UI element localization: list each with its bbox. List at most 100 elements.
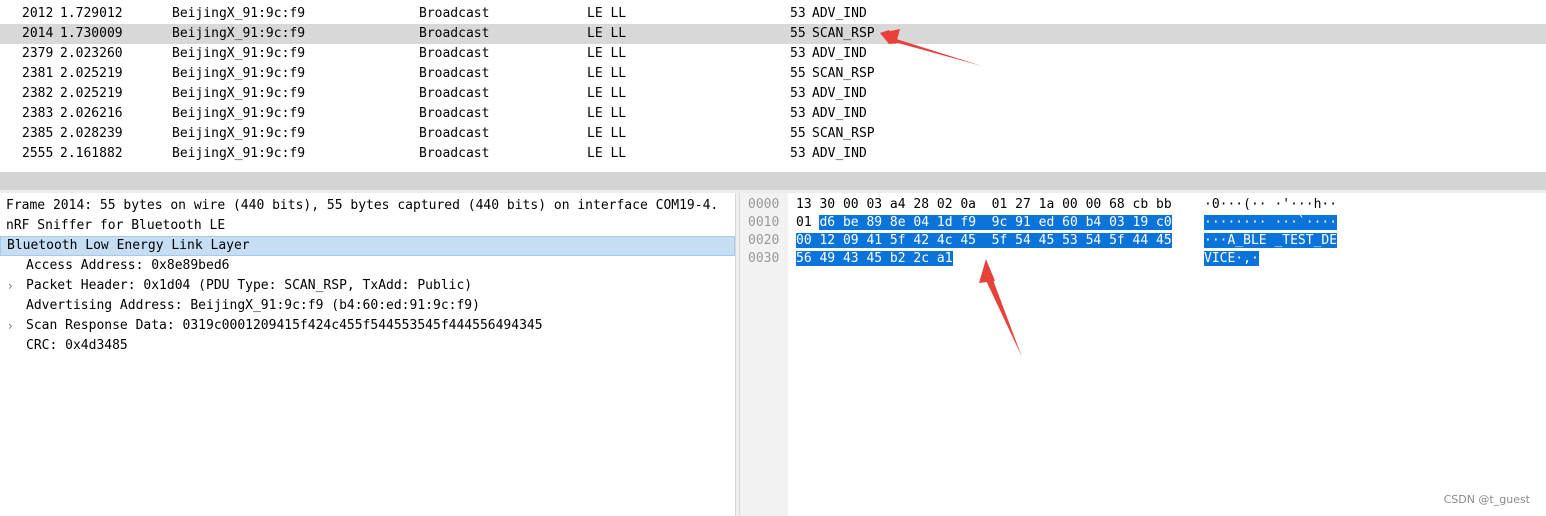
packet-info: SCAN_RSP xyxy=(812,66,875,81)
packet-protocol: LE LL xyxy=(587,26,627,41)
packet-row[interactable]: 2014 1.730009 BeijingX_91:9c:f9 Broadcast LE… xyxy=(0,24,1546,44)
packet-length: 53 xyxy=(790,46,806,61)
packet-time: 2.025219 xyxy=(60,86,123,101)
hex-bytes-unselected: 13 30 00 03 a4 28 02 0a 01 27 1a 00 00 6… xyxy=(796,197,1172,212)
detail-tree-item[interactable]: › Scan Response Data: 0319c0001209415f424… xyxy=(0,316,735,336)
hex-bytes-selected: d6 be 89 8e 04 1d f9 9c 91 ed 60 b4 03 1… xyxy=(819,215,1172,230)
packet-length: 53 xyxy=(790,86,806,101)
packet-source: BeijingX_91:9c:f9 xyxy=(172,6,306,21)
packet-source: BeijingX_91:9c:f9 xyxy=(172,106,306,121)
packet-bytes-pane[interactable]: 0000 13 30 00 03 a4 28 02 0a 01 27 1a 00 … xyxy=(740,193,1546,516)
packet-destination: Broadcast xyxy=(419,26,490,41)
hex-bytes-unselected: 01 xyxy=(796,215,820,230)
ascii-bytes[interactable]: ·0···(·· ·'···h·· xyxy=(1204,196,1337,214)
detail-tree-item[interactable]: Frame 2014: 55 bytes on wire (440 bits),… xyxy=(0,196,735,216)
packet-protocol: LE LL xyxy=(587,6,627,21)
hex-bytes-selected: 56 49 43 45 b2 2c a1 xyxy=(796,251,953,266)
watermark: CSDN @t_guest xyxy=(1443,493,1530,506)
ascii-bytes-selected: ········ ···`···· xyxy=(1204,215,1338,230)
packet-row[interactable]: 2012 1.729012 BeijingX_91:9c:f9 Broadcast LE… xyxy=(0,4,1546,24)
packet-length: 53 xyxy=(790,146,806,161)
packet-info: ADV_IND xyxy=(812,146,867,161)
packet-number: 2381 xyxy=(22,66,54,81)
packet-time: 2.025219 xyxy=(60,66,123,81)
packet-row[interactable]: 2379 2.023260 BeijingX_91:9c:f9 Broadcast LE… xyxy=(0,44,1546,64)
byte-offset: 0020 xyxy=(748,233,780,248)
pane-splitter-horizontal[interactable] xyxy=(0,172,1546,190)
packet-number: 2382 xyxy=(22,86,54,101)
packet-destination: Broadcast xyxy=(419,66,490,81)
packet-destination: Broadcast xyxy=(419,46,490,61)
packet-row[interactable]: 2381 2.025219 BeijingX_91:9c:f9 Broadcast LE… xyxy=(0,64,1546,84)
chevron-right-icon[interactable]: › xyxy=(8,316,13,336)
packet-row[interactable]: 2555 2.161882 BeijingX_91:9c:f9 Broadcast LE… xyxy=(0,144,1546,164)
packet-row[interactable]: 2385 2.028239 BeijingX_91:9c:f9 Broadcast LE… xyxy=(0,124,1546,144)
packet-destination: Broadcast xyxy=(419,146,490,161)
ascii-bytes-unselected: ·0···(·· ·'···h·· xyxy=(1204,197,1338,212)
packet-number: 2555 xyxy=(22,146,54,161)
packet-time: 1.729012 xyxy=(60,6,123,21)
detail-tree-item[interactable]: CRC: 0x4d3485 xyxy=(0,336,735,356)
packet-source: BeijingX_91:9c:f9 xyxy=(172,26,306,41)
byte-offset: 0010 xyxy=(748,215,780,230)
ascii-bytes[interactable]: ········ ···`···· xyxy=(1204,214,1338,232)
detail-tree-item[interactable]: Advertising Address: BeijingX_91:9c:f9 (… xyxy=(0,296,735,316)
detail-tree-item-label: Bluetooth Low Energy Link Layer xyxy=(7,238,250,253)
ascii-bytes[interactable]: VICE·,· xyxy=(1204,250,1259,268)
detail-tree-item[interactable]: › Packet Header: 0x1d04 (PDU Type: SCAN_R… xyxy=(0,276,735,296)
packet-number: 2012 xyxy=(22,6,54,21)
packet-destination: Broadcast xyxy=(419,6,490,21)
hex-bytes[interactable]: 01 d6 be 89 8e 04 1d f9 9c 91 ed 60 b4 0… xyxy=(796,214,1172,232)
detail-tree-item-label: Access Address: 0x8e89bed6 xyxy=(26,258,230,273)
ascii-bytes-selected: VICE·,· xyxy=(1204,251,1259,266)
packet-number: 2014 xyxy=(22,26,54,41)
packet-time: 2.026216 xyxy=(60,106,123,121)
hex-bytes[interactable]: 00 12 09 41 5f 42 4c 45 5f 54 45 53 54 5… xyxy=(796,232,1172,250)
detail-tree-item-label: Packet Header: 0x1d04 (PDU Type: SCAN_RS… xyxy=(26,278,473,293)
packet-length: 55 xyxy=(790,26,806,41)
detail-tree-item-label: nRF Sniffer for Bluetooth LE xyxy=(6,218,226,233)
packet-length: 55 xyxy=(790,126,806,141)
packet-details-tree[interactable]: Frame 2014: 55 bytes on wire (440 bits),… xyxy=(0,193,735,516)
packet-number: 2383 xyxy=(22,106,54,121)
packet-length: 55 xyxy=(790,66,806,81)
detail-tree-item-label: CRC: 0x4d3485 xyxy=(26,338,128,353)
hex-bytes[interactable]: 56 49 43 45 b2 2c a1 xyxy=(796,250,953,268)
packet-info: ADV_IND xyxy=(812,6,867,21)
packet-source: BeijingX_91:9c:f9 xyxy=(172,86,306,101)
packet-number: 2379 xyxy=(22,46,54,61)
byte-offset: 0000 xyxy=(748,197,780,212)
packet-source: BeijingX_91:9c:f9 xyxy=(172,46,306,61)
packet-protocol: LE LL xyxy=(587,46,627,61)
detail-tree-item-label: Advertising Address: BeijingX_91:9c:f9 (… xyxy=(26,298,480,313)
packet-list[interactable]: 2012 1.729012 BeijingX_91:9c:f9 Broadcast LE… xyxy=(0,0,1546,172)
packet-destination: Broadcast xyxy=(419,126,490,141)
packet-row[interactable]: 2382 2.025219 BeijingX_91:9c:f9 Broadcast LE… xyxy=(0,84,1546,104)
packet-protocol: LE LL xyxy=(587,106,627,121)
packet-source: BeijingX_91:9c:f9 xyxy=(172,146,306,161)
packet-row[interactable]: 2383 2.026216 BeijingX_91:9c:f9 Broadcast LE… xyxy=(0,104,1546,124)
packet-protocol: LE LL xyxy=(587,66,627,81)
packet-destination: Broadcast xyxy=(419,106,490,121)
packet-protocol: LE LL xyxy=(587,86,627,101)
ascii-bytes[interactable]: ···A_BLE _TEST_DE xyxy=(1204,232,1338,250)
packet-info: SCAN_RSP xyxy=(812,126,875,141)
packet-time: 1.730009 xyxy=(60,26,123,41)
packet-destination: Broadcast xyxy=(419,86,490,101)
detail-tree-item[interactable]: Access Address: 0x8e89bed6 xyxy=(0,256,735,276)
ascii-bytes-selected: ···A_BLE _TEST_DE xyxy=(1204,233,1338,248)
hex-bytes[interactable]: 13 30 00 03 a4 28 02 0a 01 27 1a 00 00 6… xyxy=(796,196,1172,214)
packet-protocol: LE LL xyxy=(587,126,627,141)
detail-tree-item-label: Frame 2014: 55 bytes on wire (440 bits),… xyxy=(6,198,719,213)
packet-number: 2385 xyxy=(22,126,54,141)
packet-protocol: LE LL xyxy=(587,146,627,161)
packet-info: SCAN_RSP xyxy=(812,26,875,41)
packet-source: BeijingX_91:9c:f9 xyxy=(172,126,306,141)
packet-time: 2.023260 xyxy=(60,46,123,61)
detail-tree-item[interactable]: nRF Sniffer for Bluetooth LE xyxy=(0,216,735,236)
packet-time: 2.028239 xyxy=(60,126,123,141)
chevron-right-icon[interactable]: › xyxy=(8,276,13,296)
detail-tree-item[interactable]: Bluetooth Low Energy Link Layer xyxy=(0,236,735,256)
packet-source: BeijingX_91:9c:f9 xyxy=(172,66,306,81)
packet-length: 53 xyxy=(790,106,806,121)
